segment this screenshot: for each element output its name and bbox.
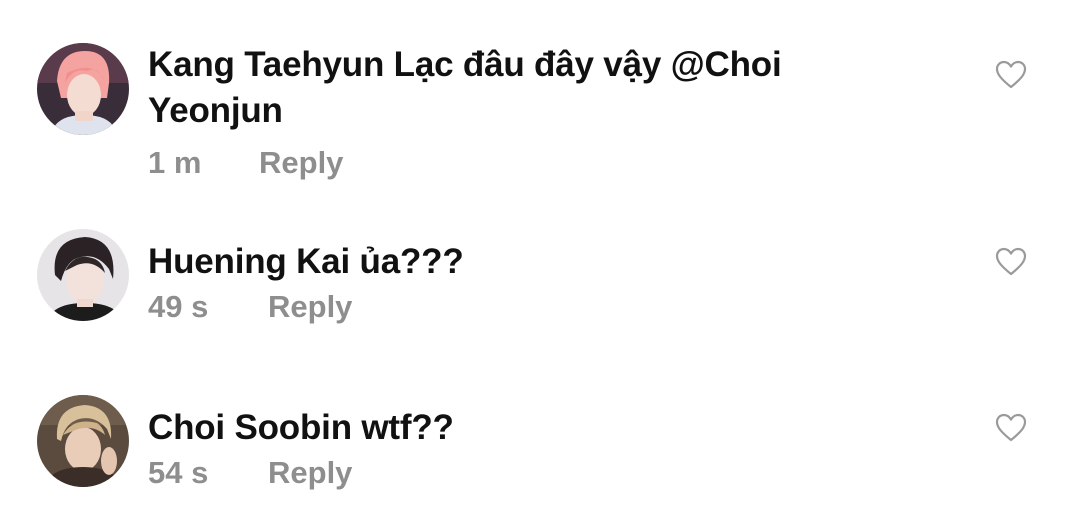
comment-text: Kang Taehyun Lạc đâu đây vậy @Choi Yeonj… xyxy=(148,42,848,134)
comment-content: ủa??? xyxy=(359,242,464,281)
comment-timestamp: 54 s xyxy=(148,455,209,490)
comment-timestamp: 49 s xyxy=(148,289,209,324)
reply-button[interactable]: Reply xyxy=(268,289,352,325)
avatar[interactable] xyxy=(37,43,129,135)
comment-author[interactable]: Choi Soobin xyxy=(148,408,352,447)
reply-button[interactable]: Reply xyxy=(259,145,343,181)
comment-content-line2: Yeonjun xyxy=(148,91,283,130)
avatar-photo xyxy=(37,229,129,321)
comment-list: Kang Taehyun Lạc đâu đây vậy @Choi Yeonj… xyxy=(0,0,1080,516)
avatar[interactable] xyxy=(37,395,129,487)
avatar[interactable] xyxy=(37,229,129,321)
comment-meta: 49 s Reply xyxy=(148,289,848,325)
reply-button[interactable]: Reply xyxy=(268,455,352,491)
comment-content: Lạc đâu đây vậy @Choi xyxy=(393,45,782,84)
like-button[interactable] xyxy=(995,60,1027,90)
heart-outline-icon xyxy=(995,413,1027,442)
like-button[interactable] xyxy=(995,413,1027,443)
heart-outline-icon xyxy=(995,247,1027,276)
like-button[interactable] xyxy=(995,247,1027,277)
comment-content: wtf?? xyxy=(361,408,454,447)
comment-author[interactable]: Kang Taehyun xyxy=(148,45,384,84)
heart-outline-icon xyxy=(995,60,1027,89)
avatar-photo xyxy=(37,43,129,135)
comment-author[interactable]: Huening Kai xyxy=(148,242,350,281)
comment-meta: 54 s Reply xyxy=(148,455,848,491)
avatar-photo xyxy=(37,395,129,487)
comment-meta: 1 m Reply xyxy=(148,145,848,181)
comment-timestamp: 1 m xyxy=(148,145,202,180)
comment-text: Huening Kai ủa??? xyxy=(148,239,848,285)
comment-text: Choi Soobin wtf?? xyxy=(148,405,848,451)
